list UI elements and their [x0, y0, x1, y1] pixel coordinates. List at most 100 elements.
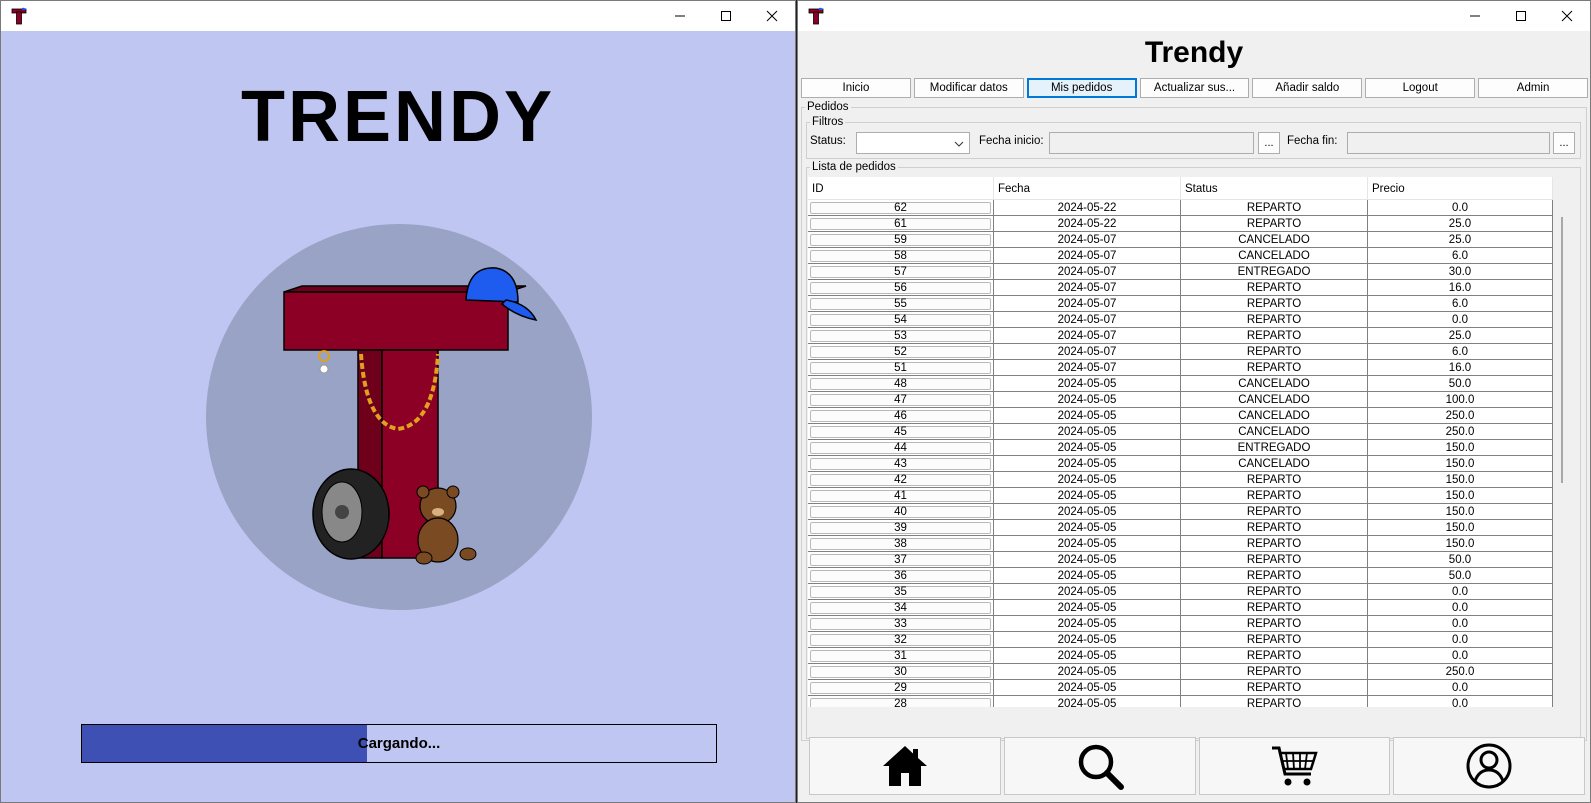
cell-id[interactable]: 36 — [808, 568, 994, 583]
table-row[interactable]: 42 2024-05-05 REPARTO 150.0 — [808, 472, 1553, 488]
id-button[interactable]: 30 — [810, 665, 991, 678]
table-row[interactable]: 38 2024-05-05 REPARTO 150.0 — [808, 536, 1553, 552]
id-button[interactable]: 44 — [810, 441, 991, 454]
bottom-search-button[interactable] — [1003, 737, 1196, 795]
fecha-inicio-field[interactable] — [1049, 132, 1254, 154]
table-row[interactable]: 30 2024-05-05 REPARTO 250.0 — [808, 664, 1553, 680]
close-button[interactable] — [749, 1, 795, 31]
cell-id[interactable]: 28 — [808, 696, 994, 707]
maximize-button[interactable] — [703, 1, 749, 31]
id-button[interactable]: 55 — [810, 297, 991, 310]
id-button[interactable]: 53 — [810, 329, 991, 342]
table-row[interactable]: 61 2024-05-22 REPARTO 25.0 — [808, 216, 1553, 232]
table-row[interactable]: 55 2024-05-07 REPARTO 6.0 — [808, 296, 1553, 312]
id-button[interactable]: 58 — [810, 249, 991, 262]
table-scrollbar-thumb[interactable] — [1561, 217, 1563, 483]
id-button[interactable]: 48 — [810, 377, 991, 390]
cell-id[interactable]: 62 — [808, 200, 994, 215]
id-button[interactable]: 54 — [810, 313, 991, 326]
cell-id[interactable]: 55 — [808, 296, 994, 311]
table-row[interactable]: 32 2024-05-05 REPARTO 0.0 — [808, 632, 1553, 648]
id-button[interactable]: 45 — [810, 425, 991, 438]
bottom-profile-button[interactable] — [1393, 737, 1585, 795]
cell-id[interactable]: 29 — [808, 680, 994, 695]
cell-id[interactable]: 31 — [808, 648, 994, 663]
table-row[interactable]: 48 2024-05-05 CANCELADO 50.0 — [808, 376, 1553, 392]
table-row[interactable]: 51 2024-05-07 REPARTO 16.0 — [808, 360, 1553, 376]
table-row[interactable]: 44 2024-05-05 ENTREGADO 150.0 — [808, 440, 1553, 456]
id-button[interactable]: 52 — [810, 345, 991, 358]
column-header-id[interactable]: ID — [808, 177, 994, 200]
splash-titlebar[interactable] — [1, 1, 795, 31]
cell-id[interactable]: 51 — [808, 360, 994, 375]
id-button[interactable]: 39 — [810, 521, 991, 534]
cell-id[interactable]: 48 — [808, 376, 994, 391]
minimize-button[interactable] — [657, 1, 703, 31]
id-button[interactable]: 57 — [810, 265, 991, 278]
table-row[interactable]: 36 2024-05-05 REPARTO 50.0 — [808, 568, 1553, 584]
column-header-status[interactable]: Status — [1181, 177, 1368, 200]
cell-id[interactable]: 52 — [808, 344, 994, 359]
id-button[interactable]: 42 — [810, 473, 991, 486]
table-row[interactable]: 57 2024-05-07 ENTREGADO 30.0 — [808, 264, 1553, 280]
fecha-fin-field[interactable] — [1347, 132, 1550, 154]
cell-id[interactable]: 59 — [808, 232, 994, 247]
table-row[interactable]: 33 2024-05-05 REPARTO 0.0 — [808, 616, 1553, 632]
table-row[interactable]: 53 2024-05-07 REPARTO 25.0 — [808, 328, 1553, 344]
id-button[interactable]: 46 — [810, 409, 991, 422]
column-header-precio[interactable]: Precio — [1368, 177, 1553, 200]
bottom-home-button[interactable] — [809, 737, 1001, 795]
id-button[interactable]: 56 — [810, 281, 991, 294]
cell-id[interactable]: 53 — [808, 328, 994, 343]
id-button[interactable]: 31 — [810, 649, 991, 662]
status-combobox[interactable] — [856, 132, 970, 154]
nav-logout-button[interactable]: Logout — [1365, 78, 1476, 98]
table-row[interactable]: 41 2024-05-05 REPARTO 150.0 — [808, 488, 1553, 504]
cell-id[interactable]: 58 — [808, 248, 994, 263]
cell-id[interactable]: 38 — [808, 536, 994, 551]
table-row[interactable]: 35 2024-05-05 REPARTO 0.0 — [808, 584, 1553, 600]
id-button[interactable]: 51 — [810, 361, 991, 374]
table-row[interactable]: 56 2024-05-07 REPARTO 16.0 — [808, 280, 1553, 296]
id-button[interactable]: 35 — [810, 585, 991, 598]
nav-mis-pedidos-button[interactable]: Mis pedidos — [1026, 78, 1137, 98]
id-button[interactable]: 43 — [810, 457, 991, 470]
table-row[interactable]: 62 2024-05-22 REPARTO 0.0 — [808, 200, 1553, 216]
bottom-cart-button[interactable] — [1198, 737, 1391, 795]
table-row[interactable]: 46 2024-05-05 CANCELADO 250.0 — [808, 408, 1553, 424]
minimize-button[interactable] — [1452, 1, 1498, 31]
table-row[interactable]: 47 2024-05-05 CANCELADO 100.0 — [808, 392, 1553, 408]
id-button[interactable]: 47 — [810, 393, 991, 406]
table-row[interactable]: 28 2024-05-05 REPARTO 0.0 — [808, 696, 1553, 707]
id-button[interactable]: 32 — [810, 633, 991, 646]
cell-id[interactable]: 34 — [808, 600, 994, 615]
table-row[interactable]: 37 2024-05-05 REPARTO 50.0 — [808, 552, 1553, 568]
cell-id[interactable]: 54 — [808, 312, 994, 327]
table-scrollbar[interactable] — [1553, 177, 1571, 707]
nav-anadir-saldo-button[interactable]: Añadir saldo — [1252, 78, 1363, 98]
cell-id[interactable]: 33 — [808, 616, 994, 631]
cell-id[interactable]: 30 — [808, 664, 994, 679]
cell-id[interactable]: 44 — [808, 440, 994, 455]
table-row[interactable]: 39 2024-05-05 REPARTO 150.0 — [808, 520, 1553, 536]
fecha-fin-picker-button[interactable]: ... — [1553, 132, 1575, 154]
cell-id[interactable]: 42 — [808, 472, 994, 487]
id-button[interactable]: 62 — [810, 201, 991, 214]
table-row[interactable]: 52 2024-05-07 REPARTO 6.0 — [808, 344, 1553, 360]
id-button[interactable]: 40 — [810, 505, 991, 518]
cell-id[interactable]: 57 — [808, 264, 994, 279]
cell-id[interactable]: 56 — [808, 280, 994, 295]
table-row[interactable]: 29 2024-05-05 REPARTO 0.0 — [808, 680, 1553, 696]
table-row[interactable]: 59 2024-05-07 CANCELADO 25.0 — [808, 232, 1553, 248]
id-button[interactable]: 29 — [810, 681, 991, 694]
cell-id[interactable]: 39 — [808, 520, 994, 535]
nav-inicio-button[interactable]: Inicio — [801, 78, 911, 98]
column-header-fecha[interactable]: Fecha — [994, 177, 1181, 200]
id-button[interactable]: 41 — [810, 489, 991, 502]
close-button[interactable] — [1544, 1, 1590, 31]
id-button[interactable]: 38 — [810, 537, 991, 550]
nav-modificar-datos-button[interactable]: Modificar datos — [913, 78, 1024, 98]
table-row[interactable]: 58 2024-05-07 CANCELADO 6.0 — [808, 248, 1553, 264]
cell-id[interactable]: 43 — [808, 456, 994, 471]
nav-admin-button[interactable]: Admin — [1478, 78, 1589, 98]
